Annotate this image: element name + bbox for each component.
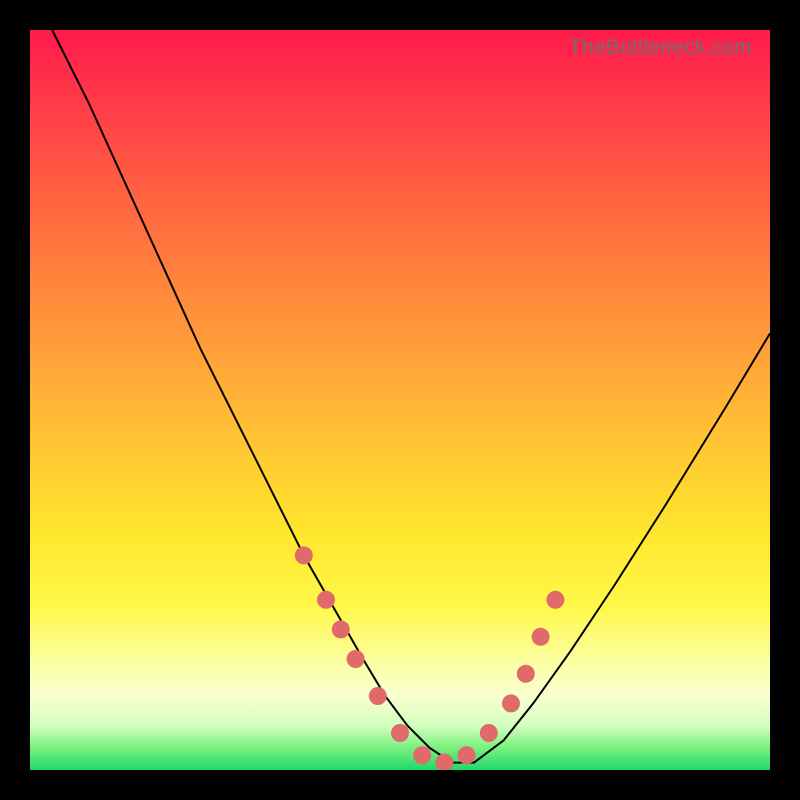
plot-area: TheBottleneck.com xyxy=(30,30,770,770)
curve-marker xyxy=(480,724,498,742)
curve-marker xyxy=(295,546,313,564)
curve-marker xyxy=(502,694,520,712)
curve-marker xyxy=(317,591,335,609)
curve-marker xyxy=(347,650,365,668)
curve-marker xyxy=(332,620,350,638)
curve-marker xyxy=(435,754,453,770)
curve-marker xyxy=(517,665,535,683)
curve-layer xyxy=(30,30,770,770)
curve-marker xyxy=(546,591,564,609)
curve-marker xyxy=(413,746,431,764)
chart-frame: TheBottleneck.com xyxy=(0,0,800,800)
curve-marker xyxy=(458,746,476,764)
watermark-label: TheBottleneck.com xyxy=(569,36,752,60)
curve-marker xyxy=(532,628,550,646)
curve-marker xyxy=(391,724,409,742)
bottleneck-curve xyxy=(52,30,770,763)
curve-marker xyxy=(369,687,387,705)
